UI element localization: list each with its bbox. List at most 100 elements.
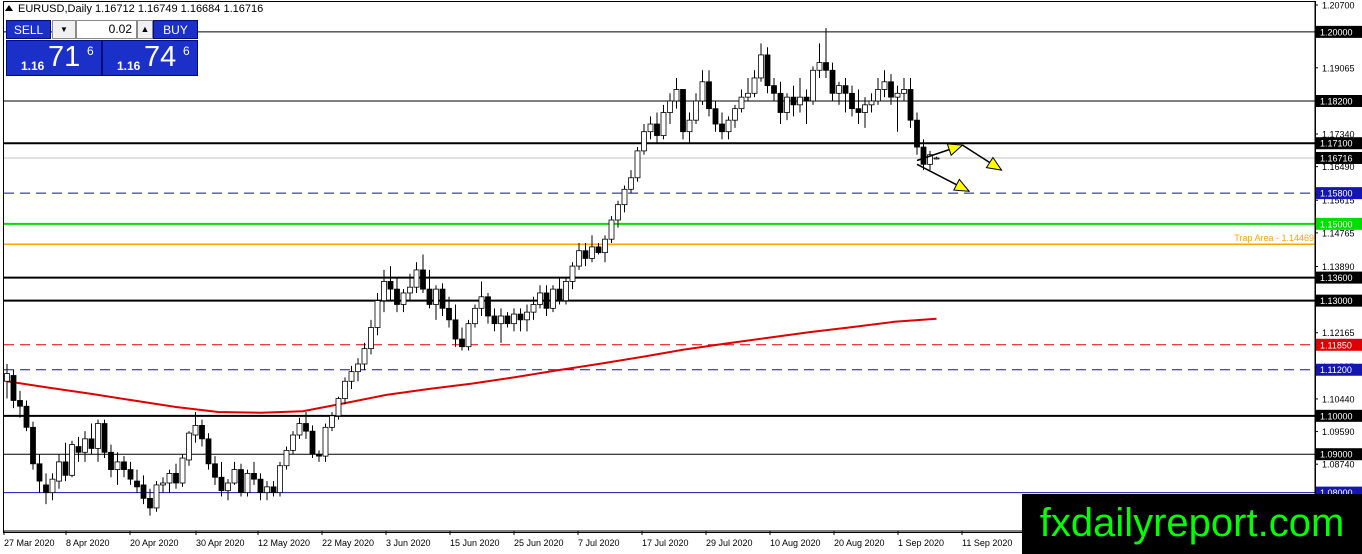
candle-body: [342, 380, 348, 399]
candle-body: [433, 288, 439, 305]
candle-body: [816, 62, 823, 71]
price-axis: 1.207001.190651.173401.164901.156151.147…: [1314, 1, 1362, 531]
level-tag-label: 1.13600: [1320, 273, 1353, 283]
y-tick-label: 1.12165: [1322, 328, 1355, 338]
candle-body: [797, 96, 803, 106]
chart-border: [3, 1, 1316, 533]
candle-body: [790, 96, 797, 106]
candle-body: [173, 473, 179, 484]
candle-body: [595, 246, 602, 254]
level-tag-label: 1.15800: [1320, 189, 1353, 199]
candle-body: [218, 476, 225, 492]
candle-body: [225, 482, 231, 492]
chevron-down-icon: ▼: [60, 25, 68, 34]
candle-body: [751, 77, 758, 94]
candle-body: [823, 62, 829, 71]
candle-body: [4, 373, 10, 382]
candle-body: [309, 430, 316, 455]
candle-body: [563, 281, 569, 302]
x-tick-label: 1 Sep 2020: [898, 538, 944, 548]
candle-body: [62, 461, 69, 476]
candle-body: [277, 465, 283, 494]
y-tick-label: 1.20700: [1322, 1, 1355, 11]
candle-body: [465, 323, 472, 348]
chevron-up-icon: ▲: [140, 24, 150, 34]
candle-body: [426, 288, 433, 305]
x-tick-label: 30 Apr 2020: [196, 538, 245, 548]
candle-body: [95, 423, 101, 449]
x-tick-label: 8 Apr 2020: [66, 538, 110, 548]
candle-body: [719, 123, 725, 133]
candle-body: [49, 478, 56, 494]
candle-body: [868, 100, 875, 106]
candle-body: [264, 486, 270, 494]
watermark: fxdailyreport.com: [1022, 494, 1362, 554]
candle-body: [244, 473, 251, 494]
candle-body: [888, 81, 894, 98]
candle-body: [10, 375, 17, 401]
buy-button[interactable]: BUY: [153, 20, 198, 39]
candle-body: [673, 89, 680, 102]
candle-body: [862, 104, 868, 113]
buy-price-pips: 74: [144, 41, 177, 73]
candle-body: [82, 438, 88, 453]
candle-body: [160, 482, 166, 486]
candle-body: [517, 313, 524, 321]
candle-body: [582, 250, 589, 259]
candle-body: [810, 69, 816, 102]
candle-body: [881, 81, 888, 90]
candle-body: [114, 461, 121, 470]
candle-body: [634, 150, 641, 179]
candle-body: [732, 108, 738, 121]
y-tick-label: 1.14765: [1322, 228, 1355, 238]
candle-body: [446, 307, 452, 321]
x-tick-label: 15 Jun 2020: [450, 538, 500, 548]
candle-body: [680, 89, 686, 133]
volume-dropdown[interactable]: ▼: [52, 20, 76, 39]
candle-body: [491, 315, 498, 325]
candle-body: [459, 338, 465, 348]
candle-body: [576, 250, 582, 267]
candle-body: [348, 371, 355, 382]
buy-price-button[interactable]: 1.16 74 6: [102, 40, 198, 76]
volume-input[interactable]: 0.02: [76, 20, 137, 39]
candle-body: [101, 423, 108, 453]
candle-body: [400, 292, 407, 305]
candle-body: [485, 296, 491, 317]
level-tag-label: 1.16716: [1320, 153, 1353, 163]
candle-body: [329, 415, 335, 428]
candle-body: [75, 446, 82, 453]
volume-stepper[interactable]: ▲: [137, 20, 153, 39]
candle-body: [537, 292, 543, 305]
x-tick-label: 10 Aug 2020: [770, 538, 821, 548]
candle-body: [901, 89, 907, 94]
candle-body: [478, 296, 485, 309]
x-tick-label: 17 Jul 2020: [642, 538, 689, 548]
candle-body: [322, 426, 329, 457]
candle-body: [413, 269, 420, 288]
x-tick-label: 29 Jul 2020: [706, 538, 753, 548]
level-tag-label: 1.11200: [1320, 365, 1352, 375]
y-tick-label: 1.10440: [1322, 394, 1355, 404]
candle-body: [186, 432, 192, 461]
price-chart[interactable]: 1.207001.190651.173401.164901.156151.147…: [0, 0, 1362, 554]
candle-body: [699, 81, 706, 102]
candle-body: [784, 96, 790, 113]
candle-body: [43, 484, 49, 494]
candle-body: [153, 484, 160, 509]
candle-body: [686, 119, 693, 133]
x-tick-label: 11 Sep 2020: [962, 538, 1012, 548]
candle-body: [205, 438, 212, 465]
sell-button[interactable]: SELL: [6, 20, 51, 39]
candle-body: [69, 444, 75, 476]
candle-body: [855, 108, 862, 113]
candle-body: [803, 96, 810, 102]
sell-price-button[interactable]: 1.16 71 6: [6, 40, 102, 76]
candle-body: [849, 92, 855, 110]
candle-body: [199, 425, 205, 440]
candle-body: [693, 100, 699, 121]
collapse-arrow-icon[interactable]: [5, 5, 13, 11]
candle-body: [647, 123, 654, 133]
candle-body: [836, 85, 842, 94]
x-tick-label: 25 Jun 2020: [514, 538, 564, 548]
